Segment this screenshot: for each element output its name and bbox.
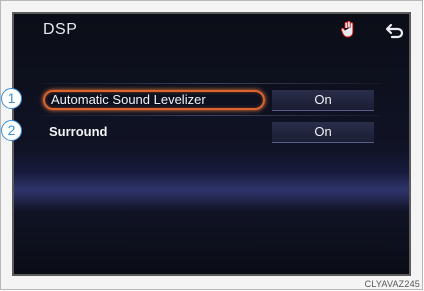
page-title: DSP — [43, 21, 78, 38]
background-stripe — [14, 172, 409, 212]
dsp-screen: DSP Automatic Sound Levelizer On Surroun… — [12, 12, 411, 276]
row-separator — [42, 115, 382, 116]
automatic-sound-levelizer-item[interactable]: Automatic Sound Levelizer — [43, 90, 265, 110]
surround-item[interactable]: Surround — [43, 122, 265, 142]
automatic-sound-levelizer-value-button[interactable]: On — [272, 90, 374, 111]
surround-value-button[interactable]: On — [272, 122, 374, 143]
back-arrow-icon[interactable] — [385, 22, 405, 40]
item-label: Automatic Sound Levelizer — [51, 92, 206, 107]
figure-code: CLYAVAZ245 — [364, 279, 420, 289]
callout-number-2: 2 — [1, 120, 22, 141]
callout-number-1: 1 — [1, 88, 22, 109]
row-separator — [42, 83, 382, 84]
item-label: Surround — [49, 124, 108, 139]
hand-touch-icon — [341, 20, 354, 38]
